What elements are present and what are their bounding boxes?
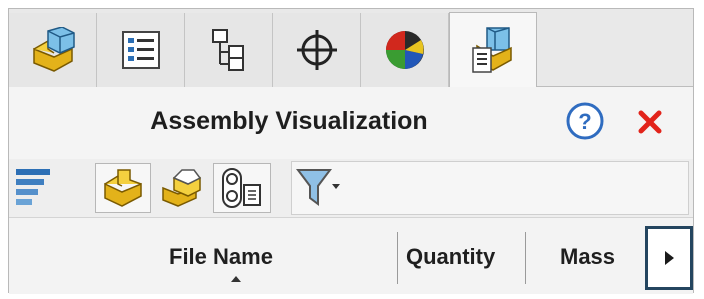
tab-property-list[interactable] <box>97 13 185 87</box>
column-file-name[interactable]: File Name <box>9 218 397 295</box>
toolbar <box>9 159 693 217</box>
assembly-visualization-icon <box>472 27 512 73</box>
column-mass-label: Mass <box>560 244 616 269</box>
filter-area <box>291 161 689 215</box>
column-quantity-label: Quantity <box>406 244 496 269</box>
close-icon <box>638 110 662 134</box>
column-mass[interactable]: Mass <box>526 218 644 295</box>
panel-title: Assembly Visualization <box>150 107 428 135</box>
arrow-right-icon <box>664 251 674 265</box>
title-bar: Assembly Visualization ? <box>9 87 693 159</box>
column-header: File Name Quantity Mass <box>9 217 693 294</box>
configuration-tree-icon <box>211 29 244 71</box>
column-list-icon <box>222 168 261 208</box>
bar-list-icon <box>16 169 50 205</box>
property-list-icon <box>121 31 160 69</box>
assembly-visualization-panel: Assembly Visualization ? File Name Quant… <box>8 8 694 294</box>
nested-view-icon <box>162 169 202 207</box>
filter-icon <box>296 169 340 206</box>
flat-view-button[interactable] <box>95 163 151 213</box>
tab-strip <box>9 9 693 87</box>
column-quantity[interactable]: Quantity <box>398 218 524 295</box>
bar-list-button[interactable] <box>13 163 53 213</box>
sort-ascending-icon <box>231 276 241 282</box>
help-icon: ? <box>566 102 604 140</box>
tab-assembly-visualization[interactable] <box>449 12 537 87</box>
tab-crosshair[interactable] <box>273 13 361 87</box>
assembly-part-icon <box>32 27 75 72</box>
filter-dropdown-button[interactable] <box>296 166 342 210</box>
expand-columns-button[interactable] <box>645 226 693 290</box>
crosshair-icon <box>296 30 337 70</box>
column-list-button[interactable] <box>213 163 271 213</box>
tab-configuration-tree[interactable] <box>185 13 273 87</box>
close-button[interactable] <box>635 107 665 137</box>
help-button[interactable]: ? <box>565 101 605 141</box>
nested-view-button[interactable] <box>155 163 207 213</box>
svg-text:?: ? <box>578 109 591 134</box>
flat-view-icon <box>104 169 142 207</box>
tab-appearance[interactable] <box>361 13 449 87</box>
column-file-name-label: File Name <box>169 244 273 269</box>
tab-assembly[interactable] <box>9 13 97 87</box>
appearance-sphere-icon <box>385 31 424 69</box>
